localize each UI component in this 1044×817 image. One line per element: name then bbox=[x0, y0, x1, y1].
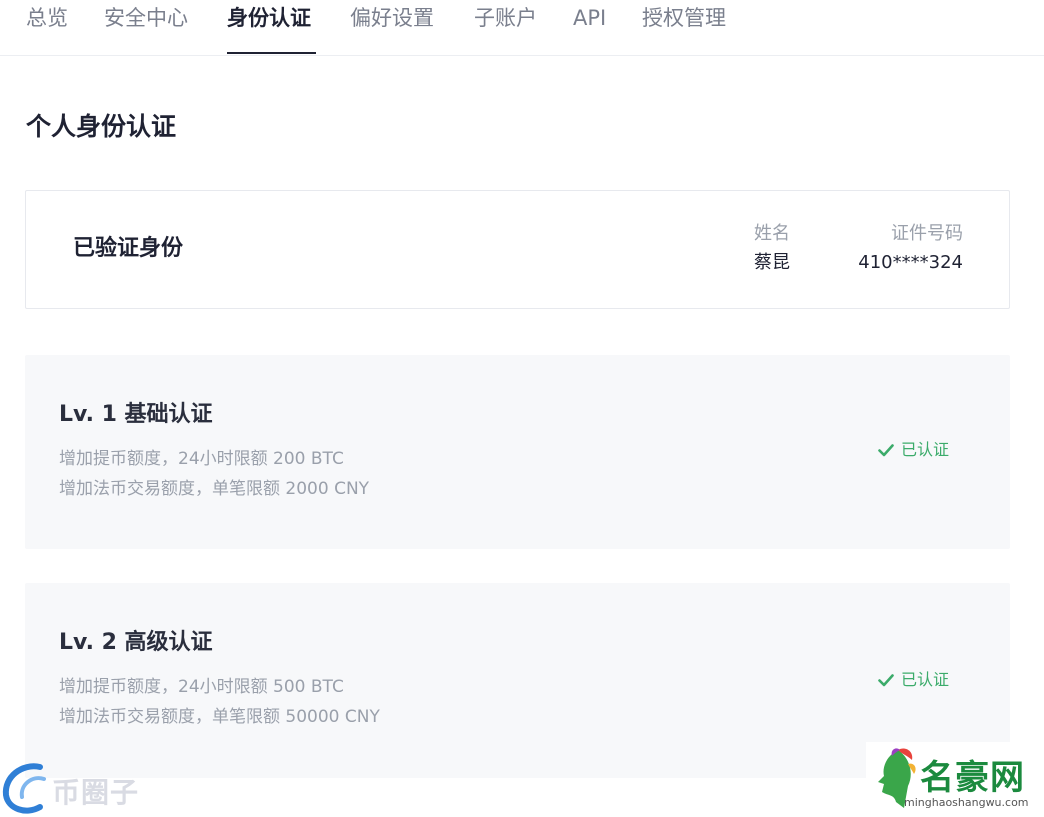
verified-identity-title: 已验证身份 bbox=[73, 236, 184, 261]
tab-sub-accounts[interactable]: 子账户 bbox=[474, 4, 537, 32]
check-icon bbox=[878, 674, 894, 687]
tab-identity-verification[interactable]: 身份认证 bbox=[227, 4, 311, 32]
name-value: 蔡昆 bbox=[754, 252, 790, 273]
identity-verification-page: 总览 安全中心 身份认证 偏好设置 子账户 API 授权管理 个人身份认证 已验… bbox=[0, 0, 1044, 817]
level-2-title: Lv. 2 高级认证 bbox=[59, 630, 213, 655]
id-number-label: 证件号码 bbox=[891, 223, 963, 244]
level-1-fiat-limit: 增加法币交易额度，单笔限额 2000 CNY bbox=[59, 479, 370, 499]
level-1-title: Lv. 1 基础认证 bbox=[59, 402, 213, 427]
tab-security-center[interactable]: 安全中心 bbox=[104, 4, 188, 32]
level-1-status-badge: 已认证 bbox=[877, 439, 949, 461]
tab-preferences[interactable]: 偏好设置 bbox=[350, 4, 434, 32]
level-2-status-text: 已认证 bbox=[901, 670, 950, 689]
level-2-fiat-limit: 增加法币交易额度，单笔限额 50000 CNY bbox=[59, 707, 380, 727]
tab-overview[interactable]: 总览 bbox=[26, 4, 68, 32]
tab-authorization-management[interactable]: 授权管理 bbox=[642, 4, 726, 32]
watermark-right-url: minghaoshangwu.com bbox=[904, 796, 1029, 809]
id-number-value: 410****324 bbox=[858, 252, 963, 273]
top-nav-tabs: 总览 安全中心 身份认证 偏好设置 子账户 API 授权管理 bbox=[0, 0, 1044, 56]
watermark-left: 币圈子 bbox=[0, 757, 160, 817]
level-1-status-text: 已认证 bbox=[901, 440, 950, 459]
tab-api[interactable]: API bbox=[573, 4, 606, 32]
verified-identity-card: 已验证身份 姓名 蔡昆 证件号码 410****324 bbox=[25, 190, 1010, 309]
active-tab-indicator bbox=[227, 52, 316, 54]
check-icon bbox=[878, 444, 894, 457]
name-label: 姓名 bbox=[754, 223, 790, 244]
watermark-right: 名豪网 minghaoshangwu.com bbox=[866, 742, 1044, 817]
page-title: 个人身份认证 bbox=[26, 112, 177, 141]
level-1-withdraw-limit: 增加提币额度，24小时限额 200 BTC bbox=[59, 449, 344, 469]
level-2-withdraw-limit: 增加提币额度，24小时限额 500 BTC bbox=[59, 677, 344, 697]
watermark-right-name: 名豪网 bbox=[920, 758, 1025, 798]
watermark-logo-icon bbox=[2, 763, 46, 814]
level-2-status-badge: 已认证 bbox=[877, 669, 949, 691]
level-2-card: Lv. 2 高级认证 增加提币额度，24小时限额 500 BTC 增加法币交易额… bbox=[25, 583, 1010, 778]
level-1-card: Lv. 1 基础认证 增加提币额度，24小时限额 200 BTC 增加法币交易额… bbox=[25, 355, 1010, 549]
watermark-left-text: 币圈子 bbox=[52, 776, 140, 809]
